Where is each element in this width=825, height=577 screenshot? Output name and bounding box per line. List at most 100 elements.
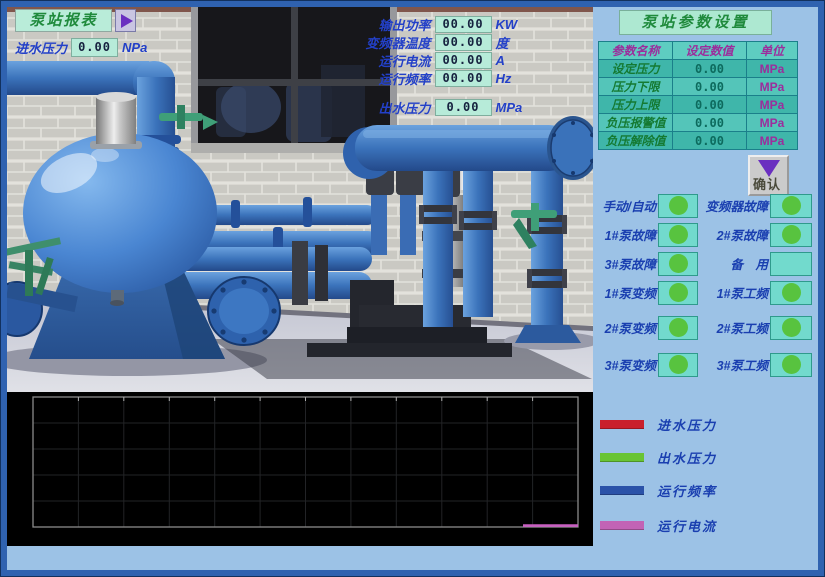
- param-unit: MPa: [747, 132, 798, 150]
- report-nav-button[interactable]: [115, 9, 136, 32]
- readout-run-frequency: 运行频率 00.00 Hz: [345, 69, 581, 87]
- legend-label: 运行频率: [657, 481, 717, 500]
- flange-disc: [208, 277, 280, 345]
- param-value[interactable]: 0.00: [673, 78, 747, 96]
- readout-label: 输出功率: [345, 15, 431, 34]
- table-row: 压力上限 0.00 MPa: [599, 96, 798, 114]
- col-header-unit: 单位: [747, 42, 798, 60]
- status-label: 手动/自动: [595, 196, 658, 215]
- status-row: 1#泵故障 2#泵故障: [595, 222, 816, 247]
- readout-unit: Hz: [496, 71, 582, 86]
- readout-unit: MPa: [496, 100, 582, 115]
- status-indicator: [658, 316, 698, 340]
- legend-label: 进水压力: [657, 415, 717, 434]
- param-unit: MPa: [747, 114, 798, 132]
- play-icon: [121, 14, 133, 28]
- indicator-dot: [782, 283, 801, 302]
- readout-label: 出水压力: [345, 98, 431, 117]
- readout-unit: A: [496, 53, 582, 68]
- confirm-label: 确认: [753, 174, 781, 193]
- legend-swatch: [600, 453, 644, 462]
- table-row: 设定压力 0.00 MPa: [599, 60, 798, 78]
- status-label: 变频器故障: [700, 196, 770, 215]
- param-value[interactable]: 0.00: [673, 132, 747, 150]
- hmi-screen: 泵站报表 进水压力 0.00 NPa 输出功率 00.00 KW 变频器温度 0…: [0, 0, 825, 577]
- status-label: 1#泵故障: [595, 225, 658, 244]
- status-label: 1#泵变频: [595, 283, 658, 302]
- readout-value: 0.00: [435, 99, 492, 116]
- readout-label: 变频器温度: [345, 33, 431, 52]
- indicator-dot: [669, 196, 688, 215]
- readout-value: 00.00: [435, 16, 492, 33]
- indicator-dot: [669, 318, 688, 337]
- status-label: 3#泵故障: [595, 254, 658, 273]
- param-name: 压力下限: [599, 78, 673, 96]
- inlet-pressure-readout: 进水压力 0.00 NPa: [15, 38, 147, 57]
- param-value[interactable]: 0.00: [673, 60, 747, 78]
- param-unit: MPa: [747, 96, 798, 114]
- screen-frame: 泵站报表 进水压力 0.00 NPa 输出功率 00.00 KW 变频器温度 0…: [1, 1, 824, 576]
- readout-vfd-temperature: 变频器温度 00.00 度: [345, 33, 581, 51]
- param-value[interactable]: 0.00: [673, 114, 747, 132]
- status-label: 3#泵工频: [700, 355, 770, 374]
- param-unit: MPa: [747, 60, 798, 78]
- legend-item-inlet-pressure: 进水压力: [600, 417, 717, 431]
- param-name: 负压报警值: [599, 114, 673, 132]
- readout-run-current: 运行电流 00.00 A: [345, 51, 581, 69]
- legend-item-outlet-pressure: 出水压力: [600, 450, 717, 464]
- parameter-table: 参数名称 设定数值 单位 设定压力 0.00 MPa 压力下限 0.00 MPa…: [598, 41, 798, 150]
- legend-swatch: [600, 420, 644, 429]
- panel-title: 泵站参数设置: [619, 10, 772, 35]
- screen-content: 泵站报表 进水压力 0.00 NPa 输出功率 00.00 KW 变频器温度 0…: [7, 7, 818, 570]
- inlet-pressure-unit: NPa: [122, 40, 147, 55]
- inlet-pressure-label: 进水压力: [15, 38, 67, 57]
- legend-item-run-frequency: 运行频率: [600, 483, 717, 497]
- indicator-dot: [782, 196, 801, 215]
- status-label: 2#泵故障: [700, 225, 770, 244]
- status-label: 2#泵工频: [700, 318, 770, 337]
- status-row: 手动/自动 变频器故障: [595, 193, 816, 218]
- inlet-pressure-value: 0.00: [71, 38, 118, 57]
- status-indicator: [658, 252, 698, 276]
- status-indicator: [658, 281, 698, 305]
- table-row: 负压报警值 0.00 MPa: [599, 114, 798, 132]
- status-row: 3#泵故障 备 用: [595, 251, 816, 276]
- legend-item-run-current: 运行电流: [600, 518, 717, 532]
- readout-value: 00.00: [435, 70, 492, 87]
- readout-label: 运行电流: [345, 51, 431, 70]
- param-unit: MPa: [747, 78, 798, 96]
- legend-label: 运行电流: [657, 516, 717, 535]
- status-row: 1#泵变频 1#泵工频: [595, 280, 816, 305]
- status-indicator: [658, 353, 698, 377]
- status-indicator: [770, 281, 812, 305]
- status-label: 1#泵工频: [700, 283, 770, 302]
- status-label: 2#泵变频: [595, 318, 658, 337]
- readout-outlet-pressure: 出水压力 0.00 MPa: [345, 98, 581, 116]
- param-name: 压力上限: [599, 96, 673, 114]
- status-indicator: [770, 194, 812, 218]
- status-indicator: [770, 223, 812, 247]
- col-header-value: 设定数值: [673, 42, 747, 60]
- table-row: 负压解除值 0.00 MPa: [599, 132, 798, 150]
- legend-swatch: [600, 486, 644, 495]
- report-button[interactable]: 泵站报表: [15, 9, 112, 32]
- param-name: 设定压力: [599, 60, 673, 78]
- readout-label: 运行频率: [345, 69, 431, 88]
- indicator-dot: [782, 318, 801, 337]
- discharge-header: [343, 116, 593, 180]
- confirm-button[interactable]: 确认: [748, 155, 789, 196]
- table-row: 压力下限 0.00 MPa: [599, 78, 798, 96]
- readout-value: 00.00: [435, 34, 492, 51]
- param-value[interactable]: 0.00: [673, 96, 747, 114]
- status-row: 3#泵变频 3#泵工频: [595, 352, 816, 377]
- status-label: 备 用: [700, 254, 770, 273]
- chart-grid: [33, 397, 578, 527]
- legend-swatch: [600, 521, 644, 530]
- param-name: 负压解除值: [599, 132, 673, 150]
- status-label: 3#泵变频: [595, 355, 658, 374]
- status-row: 2#泵变频 2#泵工频: [595, 315, 816, 340]
- readout-output-power: 输出功率 00.00 KW: [345, 15, 581, 33]
- readout-unit: KW: [496, 17, 582, 32]
- indicator-dot: [782, 355, 801, 374]
- trend-chart-plot: [7, 392, 593, 546]
